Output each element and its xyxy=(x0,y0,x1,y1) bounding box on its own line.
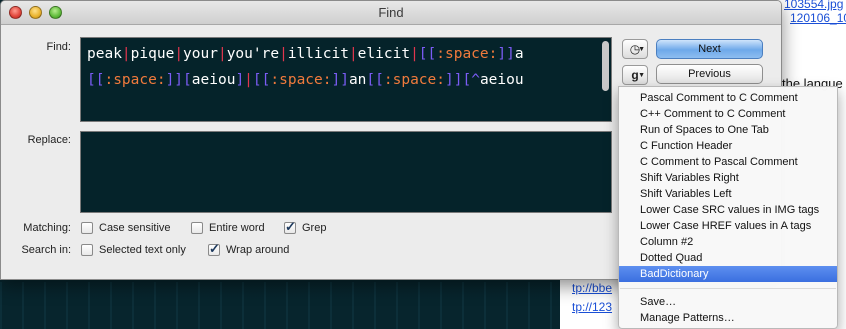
find-text-token: aeiou xyxy=(479,72,524,88)
find-text-token: ]] xyxy=(445,72,463,88)
find-text-token: :space: xyxy=(270,72,332,88)
chevron-down-icon: ▼ xyxy=(638,72,645,79)
background-link[interactable]: 120106_10 xyxy=(790,11,846,25)
replace-field[interactable] xyxy=(80,131,612,213)
wrap-around-label: Wrap around xyxy=(226,244,290,256)
find-text-token: | xyxy=(244,72,253,88)
find-text-token: :space: xyxy=(436,46,498,62)
find-text-token: | xyxy=(217,46,227,62)
find-text-token: | xyxy=(410,46,419,62)
grep-menu-action[interactable]: Save… xyxy=(619,294,837,310)
grep-menu-action[interactable]: Manage Patterns… xyxy=(619,310,837,326)
find-text-token: elicit xyxy=(357,46,411,62)
grep-menu-item[interactable]: Shift Variables Left xyxy=(619,186,837,202)
title-bar[interactable]: Find xyxy=(1,1,781,25)
find-text-token: your xyxy=(183,46,218,62)
find-text: peak|pique|your|you're|illicit|elicit|[[… xyxy=(81,38,611,93)
next-button[interactable]: Next xyxy=(656,39,763,59)
grep-menu-item[interactable]: BadDictionary xyxy=(619,266,837,282)
find-text-token: you're xyxy=(226,46,280,62)
background-link[interactable]: tp://123 xyxy=(572,300,612,314)
wrap-around-checkbox[interactable]: Wrap around xyxy=(208,241,290,257)
grep-checkbox[interactable]: Grep xyxy=(284,219,327,235)
grep-menu-item[interactable]: Dotted Quad xyxy=(619,250,837,266)
checkbox-box[interactable] xyxy=(81,222,93,234)
find-text-token: peak xyxy=(87,46,122,62)
find-text-token: ]] xyxy=(165,72,184,88)
background-link[interactable]: tp://bbe xyxy=(572,281,612,295)
checkbox-box[interactable] xyxy=(191,222,203,234)
find-text-token: an xyxy=(348,72,367,88)
grep-menu-item[interactable]: C++ Comment to C Comment xyxy=(619,106,837,122)
find-text-token: ] xyxy=(235,72,245,88)
find-text-token: illicit xyxy=(287,46,349,62)
find-text-token: ]] xyxy=(331,72,349,88)
find-text-line: [[:space:]][aeiou]|[[:space:]]an[[:space… xyxy=(87,67,611,93)
find-text-token: [ xyxy=(183,72,192,88)
find-text-token: :space: xyxy=(104,72,166,88)
grep-menu-item[interactable]: Column #2 xyxy=(619,234,837,250)
find-scrollbar[interactable] xyxy=(602,41,609,91)
find-text-token: :space: xyxy=(383,72,445,88)
find-text-token: [[ xyxy=(252,72,271,88)
case-sensitive-checkbox[interactable]: Case sensitive xyxy=(81,222,171,234)
find-text-token: ]] xyxy=(497,46,515,62)
find-text-token: pique xyxy=(130,46,175,62)
find-field[interactable]: peak|pique|your|you're|illicit|elicit|[[… xyxy=(80,37,612,122)
matching-label: Matching: xyxy=(23,222,71,234)
grep-menu-item[interactable]: C Function Header xyxy=(619,138,837,154)
grep-menu-item[interactable]: Lower Case HREF values in A tags xyxy=(619,218,837,234)
entire-word-checkbox[interactable]: Entire word xyxy=(191,222,265,234)
grep-patterns-menu: Pascal Comment to C Comment C++ Comment t… xyxy=(618,86,838,329)
grep-menu-item[interactable]: C Comment to Pascal Comment xyxy=(619,154,837,170)
grep-menu-item[interactable]: Run of Spaces to One Tab xyxy=(619,122,837,138)
background-link[interactable]: 103554.jpg xyxy=(784,0,843,11)
find-text-token: | xyxy=(174,46,184,62)
case-sensitive-label: Case sensitive xyxy=(99,222,171,234)
checkbox-box[interactable] xyxy=(284,219,296,235)
find-text-token: [[ xyxy=(87,72,105,88)
grep-menu-item[interactable]: Shift Variables Right xyxy=(619,170,837,186)
grep-menu-item[interactable]: Pascal Comment to C Comment xyxy=(619,90,837,106)
previous-button[interactable]: Previous xyxy=(656,64,763,84)
menu-separator xyxy=(620,288,836,289)
checkbox-box[interactable] xyxy=(81,244,93,256)
find-text-token: a xyxy=(514,46,524,62)
find-history-button[interactable]: ◷ ▼ xyxy=(622,39,648,59)
find-label: Find: xyxy=(46,41,71,53)
checkbox-box[interactable] xyxy=(208,241,220,257)
background-stripes xyxy=(0,282,560,329)
grep-menu-item[interactable]: Lower Case SRC values in IMG tags xyxy=(619,202,837,218)
find-text-token: [[ xyxy=(418,46,437,62)
replace-label: Replace: xyxy=(27,134,71,146)
grep-label: Grep xyxy=(302,222,327,234)
selected-text-only-label: Selected text only xyxy=(99,244,186,256)
find-text-token: [^ xyxy=(462,72,480,88)
chevron-down-icon: ▼ xyxy=(638,46,645,53)
find-text-line: peak|pique|your|you're|illicit|elicit|[[… xyxy=(87,41,611,67)
find-text-token: | xyxy=(279,46,288,62)
selected-text-only-checkbox[interactable]: Selected text only xyxy=(81,244,186,256)
find-text-token: | xyxy=(348,46,358,62)
find-text-token: aeiou xyxy=(191,72,236,88)
search-in-label: Search in: xyxy=(21,244,71,256)
entire-word-label: Entire word xyxy=(209,222,265,234)
window-title: Find xyxy=(378,5,404,20)
grep-patterns-button[interactable]: g ▼ xyxy=(622,65,648,85)
find-text-token: | xyxy=(121,46,131,62)
find-text-token: [[ xyxy=(366,72,384,88)
